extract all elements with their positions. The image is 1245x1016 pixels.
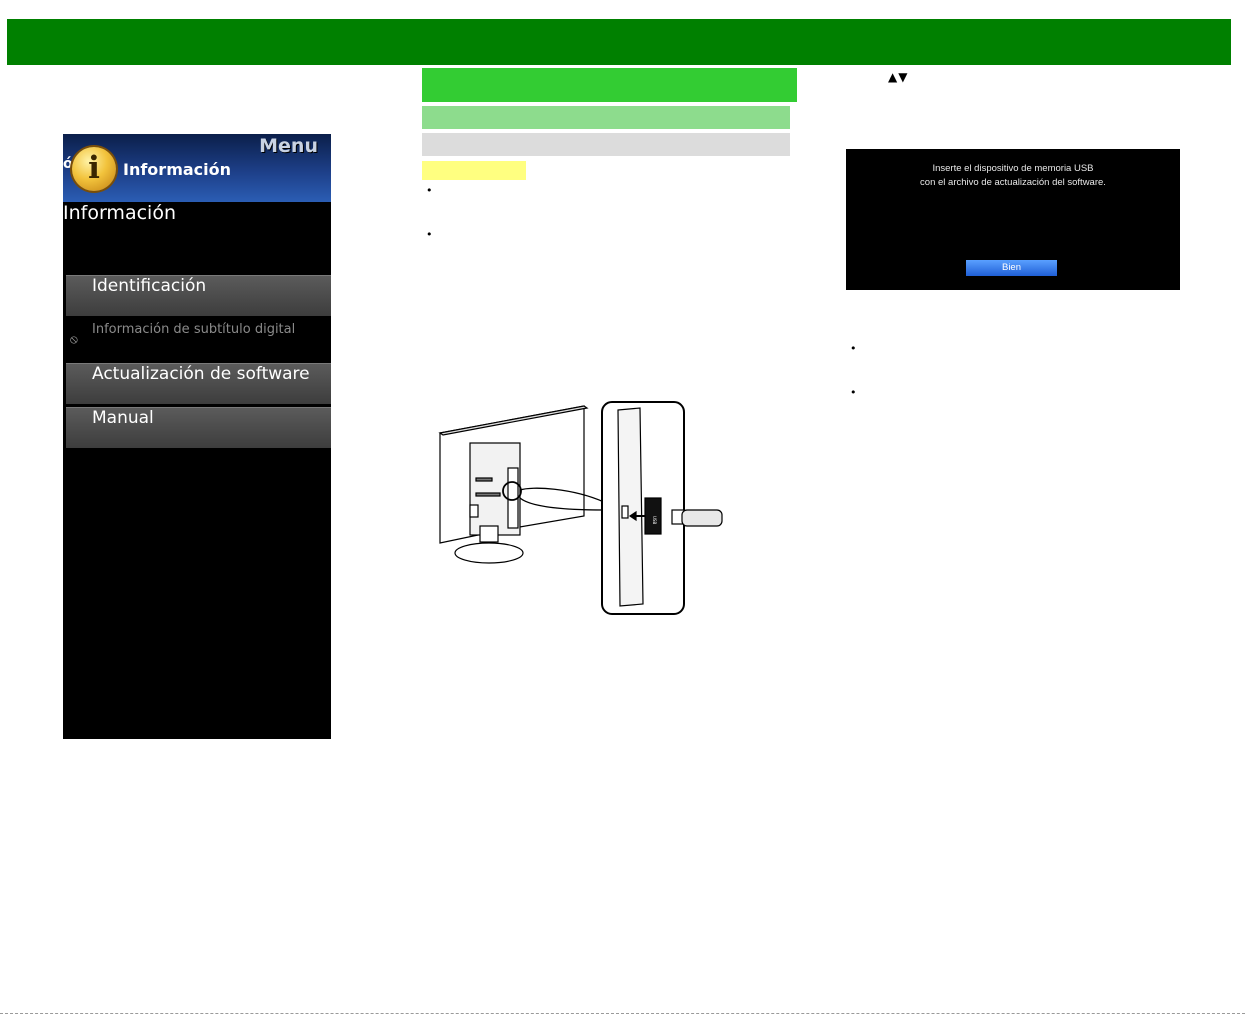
osd-header-title: Información bbox=[123, 160, 232, 179]
osd-item-actualizacion-software[interactable]: Actualización de software bbox=[66, 363, 331, 404]
bullet-marker: • bbox=[850, 386, 857, 399]
osd-header: ó i Información Menu bbox=[63, 134, 331, 202]
dialog-message-line-2: con el archivo de actualización del soft… bbox=[920, 177, 1106, 188]
osd-item-label: Actualización de software bbox=[92, 364, 310, 384]
osd-item-label: Identificación bbox=[92, 276, 207, 296]
prohibited-icon: ⦸ bbox=[70, 332, 78, 346]
info-icon: i bbox=[72, 147, 116, 191]
usb-stick bbox=[681, 509, 723, 527]
note-label-bar bbox=[422, 161, 526, 180]
svg-text:USB: USB bbox=[652, 516, 657, 524]
subsection-heading-bar bbox=[422, 106, 790, 129]
osd-menu-screenshot: ó i Información Menu Información Identif… bbox=[63, 134, 331, 739]
osd-item-label: Manual bbox=[92, 408, 154, 428]
dialog-ok-button[interactable]: Bien bbox=[966, 260, 1057, 276]
osd-menu-label: Menu bbox=[259, 135, 318, 157]
dialog-message-line-1: Inserte el dispositivo de memoria USB bbox=[932, 163, 1094, 174]
section-heading-bar bbox=[422, 68, 797, 102]
bullet-marker: • bbox=[426, 184, 433, 197]
osd-item-identificacion[interactable]: Identificación bbox=[66, 275, 331, 316]
usb-insert-dialog: Inserte el dispositivo de memoria USB co… bbox=[846, 149, 1180, 290]
usb-connection-illustration: USB bbox=[438, 401, 723, 615]
bullet-marker: • bbox=[850, 342, 857, 355]
osd-item-subtitulo-digital: ⦸ Información de subtítulo digital bbox=[63, 317, 331, 361]
up-down-arrow-icons: ▲▼ bbox=[888, 70, 909, 84]
top-title-bar bbox=[7, 19, 1231, 65]
step-heading-bar bbox=[422, 133, 790, 156]
osd-item-manual[interactable]: Manual bbox=[66, 407, 331, 448]
osd-section-title: Información bbox=[63, 202, 176, 224]
bullet-marker: • bbox=[426, 228, 433, 241]
osd-item-label: Información de subtítulo digital bbox=[92, 322, 296, 337]
tv-stand bbox=[454, 542, 524, 564]
bottom-divider bbox=[0, 1013, 1245, 1014]
